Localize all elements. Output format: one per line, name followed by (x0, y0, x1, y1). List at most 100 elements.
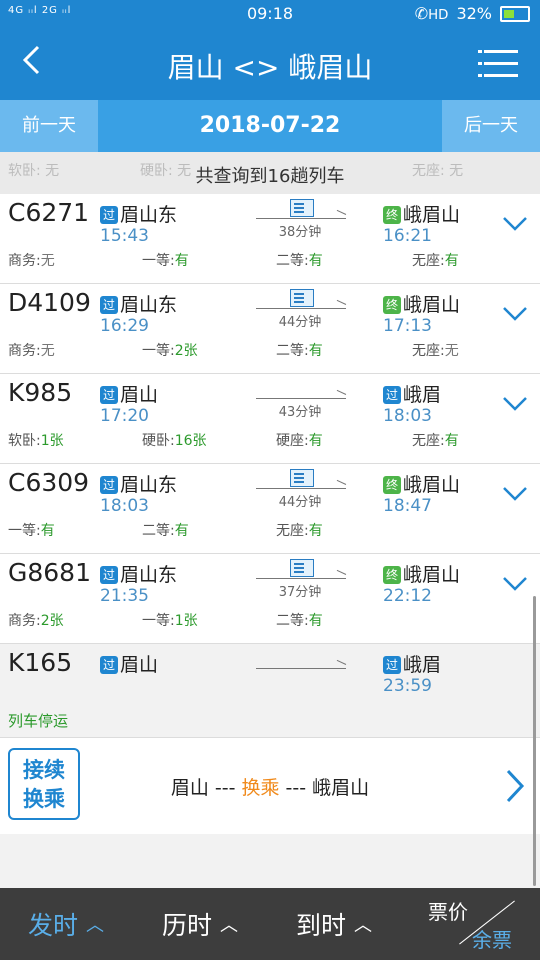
seat-value: 无 (40, 253, 55, 269)
call-hd-icon: ✆HD (414, 4, 449, 23)
transfer-panel[interactable]: 接续换乘 眉山 --- 换乘 --- 峨眉山 (0, 737, 540, 834)
seat-value: 有 (308, 433, 323, 449)
seat-class: 二等:有 (276, 610, 323, 630)
station-name: 峨眉 (403, 654, 442, 676)
chevron-down-icon[interactable] (502, 570, 528, 596)
train-row[interactable]: G8681 过眉山东 21:35 37分钟 终峨眉山 22:12 商务:2张 一等:1张 二等:… (0, 554, 540, 644)
seat-class: 二等:有 (276, 250, 323, 270)
seat-class: 硬卧:16张 (142, 430, 207, 450)
seat-label: 硬卧: (142, 433, 175, 449)
station-name: 峨眉 (403, 384, 442, 406)
sort-label: 到时 (296, 911, 347, 940)
chevron-down-icon[interactable] (502, 390, 528, 416)
station-name: 眉山东 (120, 564, 178, 586)
date-bar: 前一天 2018-07-22 后一天 (0, 100, 540, 152)
train-code: K985 (8, 378, 73, 407)
train-row[interactable]: C6309 过眉山东 18:03 44分钟终峨眉山 18:47 一等:有 二等:有 无座:有 (0, 464, 540, 554)
station-badge: 过 (100, 296, 118, 314)
station-badge: 过 (383, 386, 401, 404)
chevron-down-icon[interactable] (502, 480, 528, 506)
sort-bar: 发时 ︿ 历时 ︿ 到时 ︿ 票价 余票 (0, 888, 540, 960)
train-code: C6271 (8, 198, 90, 227)
seat-class: 硬座:有 (276, 430, 323, 450)
station-name: 眉山东 (120, 474, 178, 496)
seat-class: 商务:2张 (8, 610, 64, 630)
trip-duration: 38分钟 (278, 225, 322, 240)
seat-label: 无座: (412, 343, 445, 359)
seat-class: 软卧:1张 (8, 430, 64, 450)
station-name: 峨眉山 (403, 204, 461, 226)
train-list[interactable]: C6271 过眉山东 15:43 38分钟终峨眉山 16:21 商务:无 一等:有 二等:有无… (0, 194, 540, 740)
departure-station: 过眉山东 (100, 560, 177, 587)
seat-class: 无座:有 (276, 520, 323, 540)
arrow-line (256, 578, 346, 579)
seat-class: 商务:无 (8, 340, 55, 360)
chevron-down-icon[interactable] (502, 210, 528, 236)
seat-class: 无座:无 (412, 340, 459, 360)
sort-by-departure[interactable]: 发时 ︿ (28, 906, 104, 942)
sort-label: 历时 (162, 911, 213, 940)
price-label: 票价 (428, 900, 468, 924)
station-name: 峨眉山 (403, 474, 461, 496)
seat-class: 二等:有 (276, 340, 323, 360)
transfer-highlight: 换乘 (241, 777, 280, 799)
caret-up-icon: ︿ (220, 915, 239, 936)
trip-duration: 37分钟 (278, 585, 322, 600)
seat-value: 2张 (40, 613, 64, 629)
status-right: ✆HD 32% (415, 4, 530, 23)
scrollbar[interactable] (533, 596, 536, 886)
ticket-icon (290, 199, 314, 217)
seat-class: 无座:有 (412, 430, 459, 450)
seat-label: 商务: (8, 613, 41, 629)
seat-label: 硬座: (276, 433, 309, 449)
arrow-line (256, 308, 346, 309)
arrival-time: 17:13 (383, 316, 432, 336)
next-day-button[interactable]: 后一天 (442, 100, 540, 152)
seat-value: 无 (444, 343, 459, 359)
caret-up-icon: ︿ (354, 915, 373, 936)
train-row[interactable]: C6271 过眉山东 15:43 38分钟终峨眉山 16:21 商务:无 一等:有 二等:有无… (0, 194, 540, 284)
departure-station: 过眉山东 (100, 200, 177, 227)
price-ticket-toggle[interactable]: 票价 余票 (420, 888, 540, 960)
sort-by-duration[interactable]: 历时 ︿ (162, 906, 238, 942)
seat-class: 一等:1张 (142, 610, 198, 630)
seat-value: 16张 (174, 433, 207, 449)
station-name: 眉山东 (120, 204, 178, 226)
station-badge: 终 (383, 566, 401, 584)
seat-value: 有 (308, 523, 323, 539)
result-count-message: 共查询到16趟列车 (195, 166, 345, 187)
seat-label: 一等: (142, 343, 175, 359)
seat-class: 一等:2张 (142, 340, 198, 360)
departure-time: 15:43 (100, 226, 149, 246)
seat-availability: 软卧:1张 硬卧:16张 硬座:有 无座:有 (0, 430, 540, 450)
seat-label: 软卧: (8, 433, 41, 449)
seat-label: 一等: (8, 523, 41, 539)
battery-percent: 32% (456, 4, 492, 23)
seat-value: 有 (174, 253, 189, 269)
service-suspended: 列车停运 (8, 712, 69, 730)
seat-class: 二等:有 (142, 520, 189, 540)
sort-by-arrival[interactable]: 到时 ︿ (296, 906, 372, 942)
train-row[interactable]: K985 过眉山 17:20 43分钟过峨眉 18:03 软卧:1张 硬卧:16张 硬座:有无… (0, 374, 540, 464)
train-row[interactable]: D4109 过眉山东 16:29 44分钟终峨眉山 17:13 商务:无 一等:2张 二等:有… (0, 284, 540, 374)
seat-label: 无座: (412, 433, 445, 449)
menu-icon[interactable] (478, 48, 518, 78)
departure-station: 过眉山东 (100, 290, 177, 317)
sort-label: 发时 (28, 911, 79, 940)
transfer-to: --- 峨眉山 (279, 777, 370, 799)
transfer-from: 眉山 --- (170, 777, 242, 799)
chevron-down-icon[interactable] (502, 300, 528, 326)
seat-class: 一等:有 (8, 520, 55, 540)
seat-value: 无 (40, 343, 55, 359)
arrival-time: 16:21 (383, 226, 432, 246)
seat-value: 有 (308, 343, 323, 359)
arrival-time: 23:59 (383, 676, 432, 696)
arrival-time: 22:12 (383, 586, 432, 606)
arrow-line (256, 488, 346, 489)
departure-time: 21:35 (100, 586, 149, 606)
chevron-right-icon[interactable] (504, 768, 526, 804)
arrow-line (256, 218, 346, 219)
seat-value: 有 (40, 523, 55, 539)
train-row[interactable]: K165 过眉山过峨眉 23:59 列车停运 (0, 644, 540, 740)
arrival-time: 18:03 (383, 406, 432, 426)
